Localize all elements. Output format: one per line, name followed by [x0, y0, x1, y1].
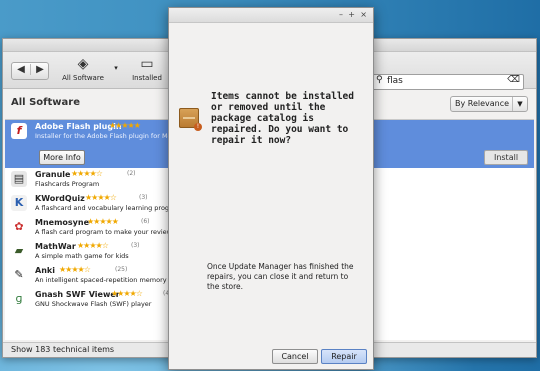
rating-count: (25) [115, 266, 128, 273]
app-name: Mnemosyne [35, 218, 90, 227]
mnemosyne-icon: ✿ [11, 219, 27, 235]
warning-badge-icon: ! [194, 123, 202, 131]
app-description: GNU Shockwave Flash (SWF) player [35, 300, 152, 308]
back-forward-buttons: ◀ ▶ [11, 62, 49, 80]
clear-search-icon[interactable]: ⌫ [507, 75, 520, 85]
dialog-titlebar: – + × [169, 8, 373, 23]
forward-arrow-icon[interactable]: ▶ [30, 64, 49, 75]
back-arrow-icon[interactable]: ◀ [12, 64, 30, 75]
show-technical-items-link[interactable]: Show 183 technical items [11, 345, 114, 354]
app-name: KWordQuiz [35, 194, 85, 203]
rating-stars: ★★★★★ [87, 217, 119, 226]
rating-stars: ★★★★☆ [77, 241, 109, 250]
granule-icon: ▤ [11, 171, 27, 187]
all-software-button[interactable]: ◈ All Software [53, 56, 113, 82]
app-name: MathWar [35, 242, 76, 251]
rating-count: (2) [127, 170, 136, 177]
rating-count: (3) [139, 194, 148, 201]
installed-label: Installed [132, 74, 162, 82]
list-heading: All Software [11, 97, 80, 108]
tank-icon: ▰ [11, 243, 27, 259]
app-name: Gnash SWF Viewer [35, 290, 120, 299]
flash-icon: f [11, 123, 27, 139]
gnash-icon: ɡ [11, 291, 27, 307]
app-description: A flashcard and vocabulary learning prog… [35, 204, 183, 212]
search-value: flas [387, 76, 403, 86]
rating-stars: ★★★★★ [109, 121, 141, 130]
app-description: An intelligent spaced-repetition memory … [35, 276, 186, 284]
app-name: Anki [35, 266, 55, 275]
install-button[interactable]: Install [484, 150, 528, 165]
search-input[interactable]: ⚲ flas ⌫ [372, 74, 524, 90]
app-name: Granule [35, 170, 71, 179]
more-info-button[interactable]: More Info [39, 150, 85, 165]
app-description: Installer for the Adobe Flash plugin for… [35, 132, 185, 140]
search-icon: ⚲ [376, 75, 383, 85]
rating-stars: ★★★★☆ [85, 193, 117, 202]
sort-dropdown[interactable]: By Relevance ▼ [450, 96, 528, 112]
dialog-body: Once Update Manager has finished the rep… [207, 262, 354, 291]
app-description: Flashcards Program [35, 180, 100, 188]
close-icon[interactable]: × [360, 10, 367, 19]
rating-count: (6) [141, 218, 150, 225]
rating-stars: ★★★★☆ [111, 289, 143, 298]
app-description: A flash card program to make your review… [35, 228, 189, 236]
anki-icon: ✎ [11, 267, 27, 283]
cancel-button[interactable]: Cancel [272, 349, 318, 364]
maximize-icon[interactable]: + [348, 10, 355, 19]
all-software-icon: ◈ [77, 56, 89, 72]
rating-count: (3) [131, 242, 140, 249]
repair-button[interactable]: Repair [321, 349, 367, 364]
repair-dialog: – + × ! Items cannot be installed or rem… [168, 7, 374, 370]
chevron-down-icon: ▼ [512, 97, 527, 111]
sort-selected: By Relevance [455, 99, 510, 108]
kwordquiz-icon: K [11, 195, 27, 211]
package-icon: ! [179, 108, 202, 131]
rating-stars: ★★★★☆ [71, 169, 103, 178]
all-software-label: All Software [62, 74, 104, 82]
minimize-icon[interactable]: – [339, 10, 343, 19]
dialog-heading: Items cannot be installed or removed unt… [211, 91, 354, 146]
rating-stars: ★★★★☆ [59, 265, 91, 274]
app-description: A simple math game for kids [35, 252, 129, 260]
